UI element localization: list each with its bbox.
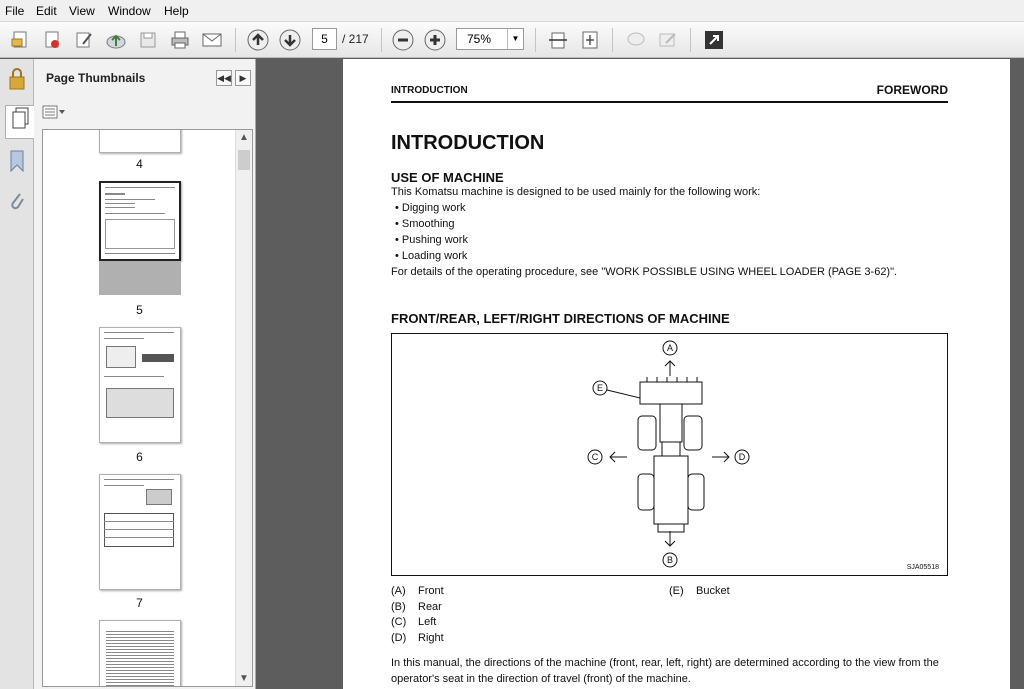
legend-text: Right xyxy=(418,632,444,644)
page-header-left: INTRODUCTION xyxy=(391,85,468,96)
print-icon[interactable] xyxy=(168,29,192,51)
next-page-icon[interactable] xyxy=(278,29,302,51)
bullet-item: • Pushing work xyxy=(395,234,468,246)
section-intro: This Komatsu machine is designed to be u… xyxy=(391,186,761,198)
bullet-item: • Loading work xyxy=(395,250,468,262)
section-heading-use: USE OF MACHINE xyxy=(391,170,504,185)
page-header-right: FOREWORD xyxy=(876,83,948,97)
scroll-down-icon[interactable]: ▼ xyxy=(236,673,252,684)
menu-bar: File Edit View Window Help xyxy=(0,0,1024,22)
menu-edit[interactable]: Edit xyxy=(36,4,57,18)
thumbnail-page-4[interactable] xyxy=(99,130,181,153)
toolbar: 5 / 217 75% ▼ xyxy=(0,22,1024,58)
page-total: / 217 xyxy=(342,32,369,46)
legend-text: Bucket xyxy=(696,585,730,597)
legend-key: (E) xyxy=(669,585,684,597)
comment-icon[interactable] xyxy=(624,29,648,51)
open-icon[interactable] xyxy=(8,29,32,51)
legend-text: Rear xyxy=(418,601,442,613)
legend-key: (B) xyxy=(391,601,406,613)
thumbnail-page-5[interactable] xyxy=(99,181,181,261)
thumbnail-page-8[interactable] xyxy=(99,620,181,686)
scrollbar-thumb[interactable] xyxy=(238,150,250,170)
edit-icon[interactable] xyxy=(72,29,96,51)
zoom-value: 75% xyxy=(467,32,492,46)
marker-b: B xyxy=(667,555,673,565)
page-title: INTRODUCTION xyxy=(391,132,545,154)
thumbnail-page-6[interactable] xyxy=(99,327,181,443)
page-thumbnails-panel: Page Thumbnails ◀◀ ▶ 4 5 6 7 ▲ ▼ xyxy=(34,59,256,689)
thumbnail-label-7: 7 xyxy=(136,596,143,610)
marker-e: E xyxy=(597,383,603,393)
upload-icon[interactable] xyxy=(104,29,128,51)
direction-diagram: A E C D B SJA05518 xyxy=(391,333,948,576)
collapse-panel-icon[interactable]: ◀◀ xyxy=(216,70,232,86)
bullet-item: • Smoothing xyxy=(395,218,455,230)
thumbnail-page-7[interactable] xyxy=(99,474,181,590)
marker-a: A xyxy=(667,343,673,353)
attachment-icon[interactable] xyxy=(5,189,29,217)
document-page: INTRODUCTION FOREWORD INTRODUCTION USE O… xyxy=(343,59,1010,689)
thumbnail-options-button[interactable] xyxy=(42,105,66,122)
bookmark-icon[interactable] xyxy=(5,149,29,177)
panel-title: Page Thumbnails xyxy=(46,71,146,85)
create-pdf-icon[interactable] xyxy=(40,29,64,51)
pages-icon[interactable] xyxy=(5,105,35,139)
fullscreen-icon[interactable] xyxy=(702,29,726,51)
fit-width-icon[interactable] xyxy=(546,29,570,51)
sign-icon[interactable] xyxy=(656,29,680,51)
header-rule xyxy=(391,101,948,103)
panel-splitter[interactable] xyxy=(256,59,264,689)
fit-page-icon[interactable] xyxy=(578,29,602,51)
closing-paragraph-line1: In this manual, the directions of the ma… xyxy=(391,657,939,669)
legend-text: Front xyxy=(418,585,444,597)
menu-help[interactable]: Help xyxy=(164,4,189,18)
expand-panel-icon[interactable]: ▶ xyxy=(235,70,251,86)
closing-paragraph-line2: operator's seat in the direction of trav… xyxy=(391,673,691,685)
legend-key: (A) xyxy=(391,585,406,597)
marker-d: D xyxy=(739,452,746,462)
thumbnail-label-6: 6 xyxy=(136,450,143,464)
save-icon[interactable] xyxy=(136,29,160,51)
thumbnail-label-5: 5 xyxy=(136,303,143,317)
menu-window[interactable]: Window xyxy=(108,4,151,18)
thumbnail-list[interactable]: 4 5 6 7 ▲ ▼ xyxy=(42,129,253,687)
thumbnail-label-4: 4 xyxy=(136,157,143,171)
prev-page-icon[interactable] xyxy=(246,29,270,51)
lock-icon[interactable] xyxy=(5,67,29,95)
thumbnail-page-5-visible-area xyxy=(99,261,181,295)
zoom-out-icon[interactable] xyxy=(391,29,415,51)
menu-file[interactable]: File xyxy=(5,4,24,18)
scroll-up-icon[interactable]: ▲ xyxy=(236,132,252,143)
thumbnail-scrollbar[interactable]: ▲ ▼ xyxy=(235,130,252,686)
chevron-down-icon[interactable]: ▼ xyxy=(507,29,523,49)
figure-id: SJA05518 xyxy=(906,564,939,571)
legend-key: (D) xyxy=(391,632,407,644)
section-heading-directions: FRONT/REAR, LEFT/RIGHT DIRECTIONS OF MAC… xyxy=(391,311,730,326)
bullet-item: • Digging work xyxy=(395,202,466,214)
navigation-pane-strip xyxy=(0,59,35,689)
email-icon[interactable] xyxy=(200,29,224,51)
marker-c: C xyxy=(592,452,599,462)
details-reference: For details of the operating procedure, … xyxy=(391,266,898,278)
legend-key: (C) xyxy=(391,616,407,628)
legend-text: Left xyxy=(418,616,437,628)
zoom-select[interactable]: 75% ▼ xyxy=(456,28,524,50)
page-number-input[interactable]: 5 xyxy=(312,28,337,50)
menu-view[interactable]: View xyxy=(69,4,95,18)
zoom-in-icon[interactable] xyxy=(423,29,447,51)
